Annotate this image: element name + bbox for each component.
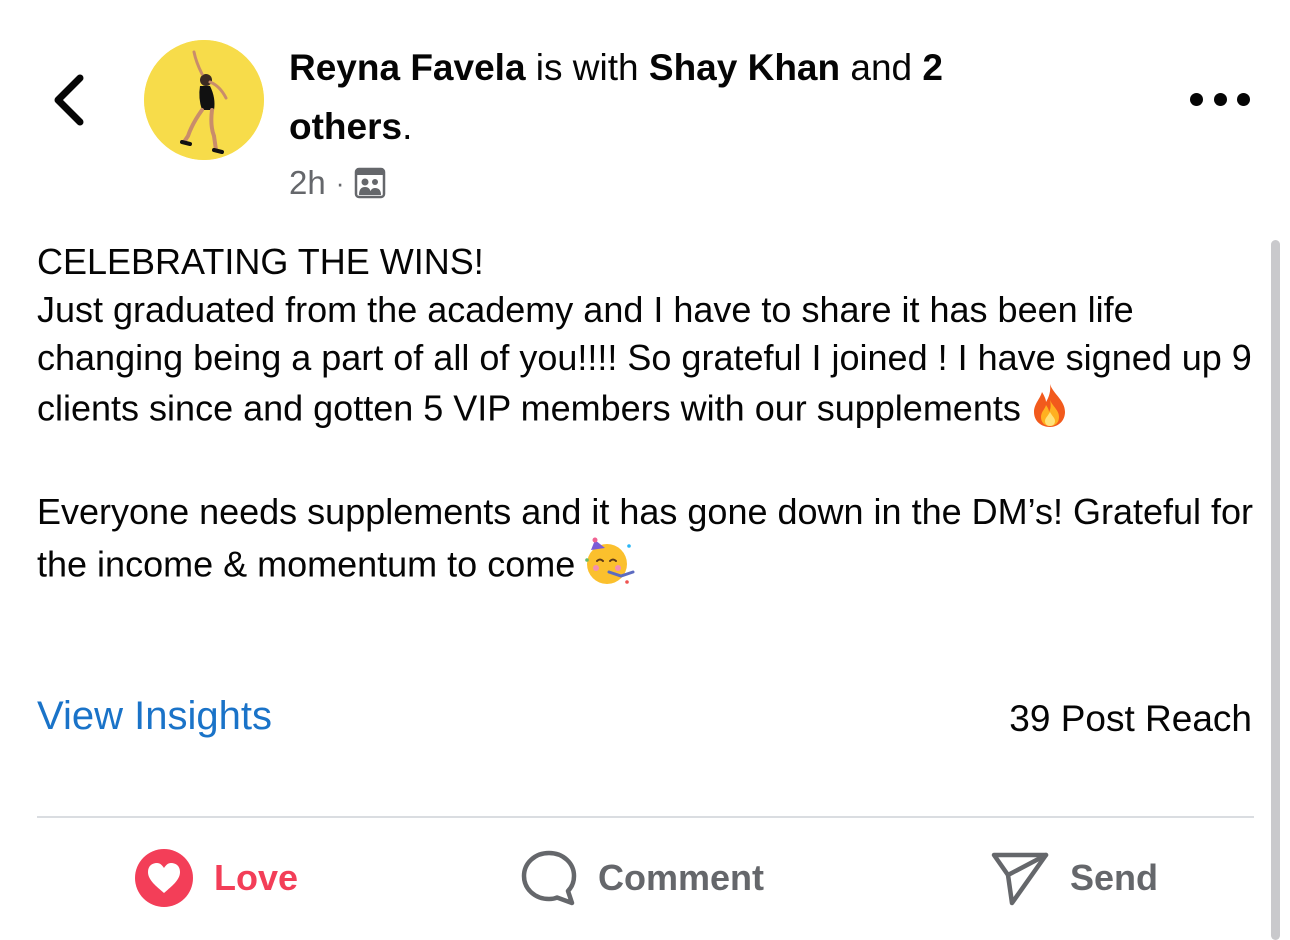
post-body: CELEBRATING THE WINS! Just graduated fro… — [37, 238, 1257, 598]
comment-button[interactable]: Comment — [520, 846, 764, 910]
divider — [37, 816, 1254, 818]
and-text: and — [840, 47, 923, 88]
others-count[interactable]: 2 — [922, 47, 943, 88]
post-paragraph-text: Everyone needs supplements and it has go… — [37, 491, 1254, 585]
fire-emoji — [1029, 382, 1071, 440]
comment-bubble-icon — [520, 849, 578, 907]
group-audience-icon[interactable] — [354, 167, 386, 199]
meta-separator: · — [335, 167, 345, 198]
others-label[interactable]: others — [289, 106, 402, 147]
comment-label: Comment — [598, 857, 765, 898]
header-period: . — [402, 106, 413, 147]
post-reach: 39 Post Reach — [1009, 698, 1252, 739]
author-name[interactable]: Reyna Favela — [289, 47, 526, 88]
avatar-figure-image — [144, 40, 264, 160]
scrollbar[interactable] — [1271, 240, 1280, 940]
more-dots-icon — [1213, 92, 1227, 106]
heart-icon — [134, 848, 194, 908]
partying-face-emoji — [583, 536, 635, 598]
with-text: is with — [525, 47, 649, 88]
post-paragraph: Just graduated from the academy and I ha… — [37, 286, 1257, 440]
love-button[interactable]: Love — [134, 846, 298, 910]
more-options-button[interactable] — [1190, 84, 1250, 114]
tagged-person[interactable]: Shay Khan — [649, 47, 840, 88]
back-button[interactable] — [48, 72, 92, 128]
post-paragraph: Everyone needs supplements and it has go… — [37, 488, 1257, 598]
post-headline: CELEBRATING THE WINS! — [37, 241, 484, 282]
avatar[interactable] — [144, 40, 264, 160]
view-insights-link[interactable]: View Insights — [37, 694, 272, 739]
post-meta: 2h · — [289, 160, 386, 206]
post-time[interactable]: 2h — [289, 164, 326, 202]
more-dots-icon — [1237, 92, 1250, 106]
love-label: Love — [214, 857, 299, 898]
send-label: Send — [1070, 857, 1159, 898]
more-dots-icon — [1190, 92, 1203, 106]
chevron-left-icon — [54, 74, 84, 126]
post-header-title: Reyna Favela is with Shay Khan and 2 othe… — [289, 38, 1029, 156]
send-arrow-icon — [990, 849, 1050, 907]
send-button[interactable]: Send — [990, 846, 1158, 910]
